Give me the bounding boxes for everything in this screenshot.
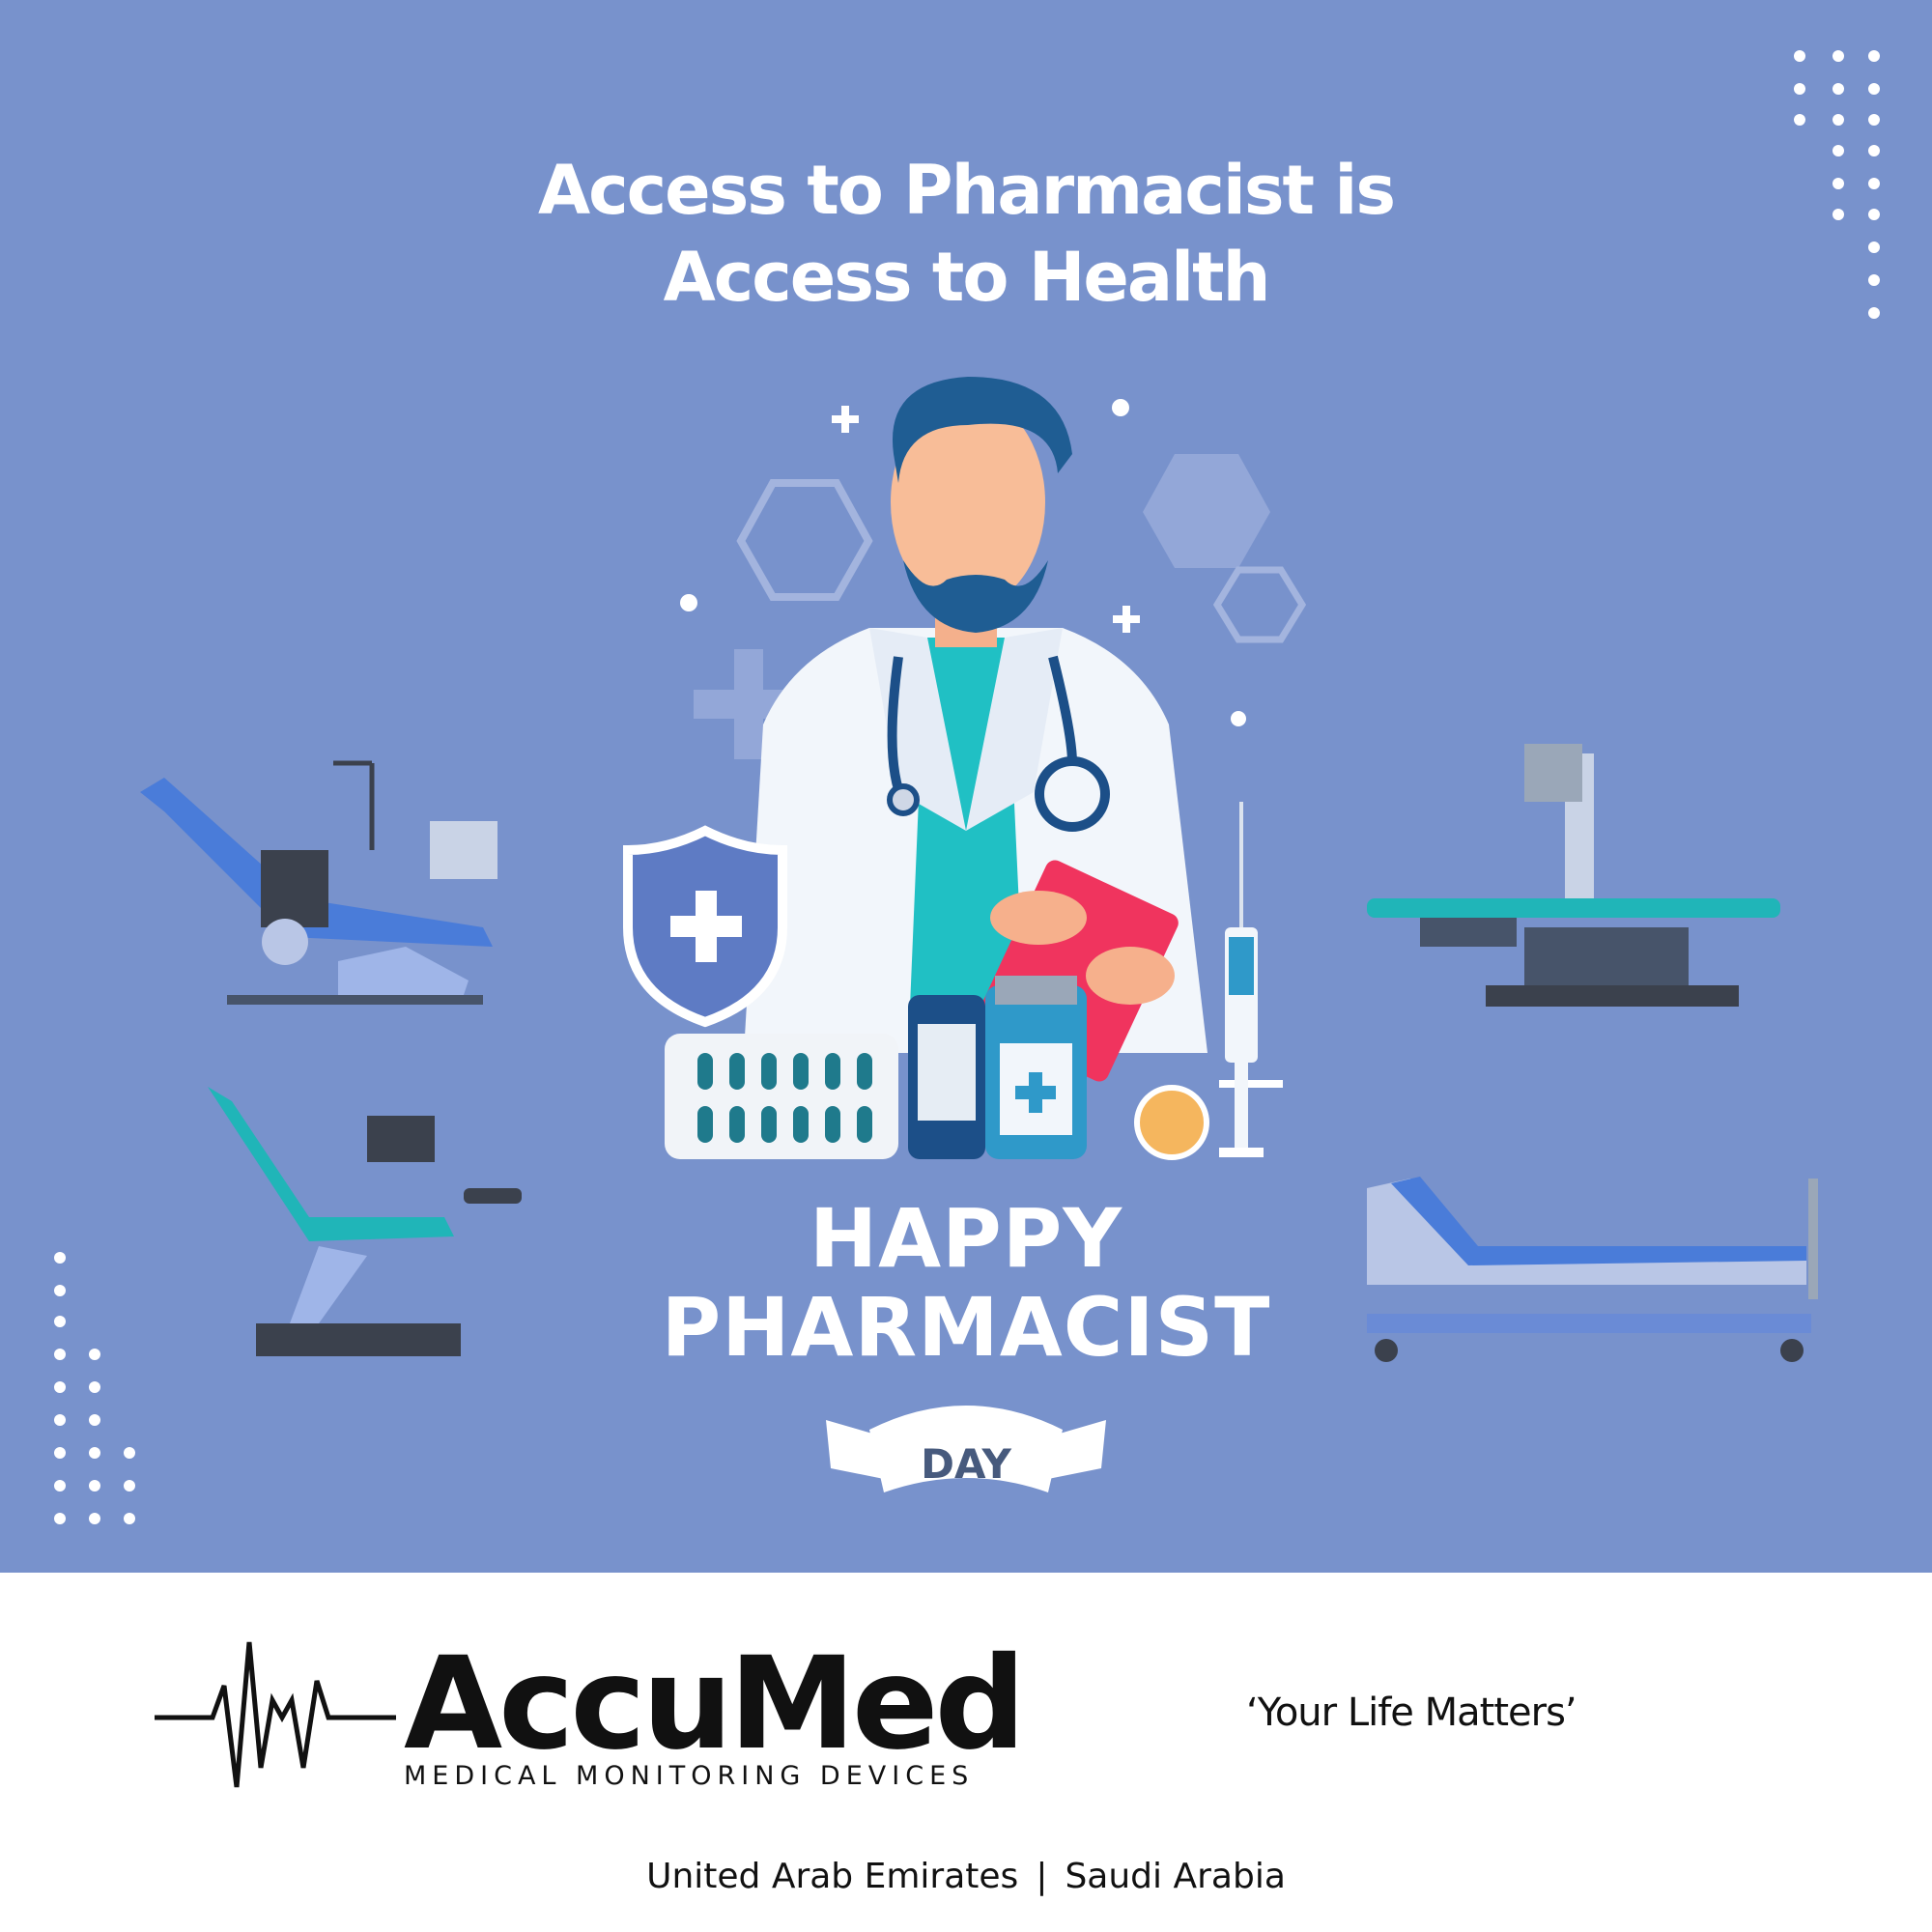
locations: United Arab Emirates | Saudi Arabia [0, 1860, 1932, 1894]
location-separator: | [1036, 1857, 1048, 1896]
brand-name: AccuMed [404, 1630, 1026, 1778]
poster: DAY Access to Pharmacist is Access to He… [0, 0, 1932, 1932]
location-uae: United Arab Emirates [646, 1857, 1019, 1896]
location-ksa: Saudi Arabia [1065, 1857, 1286, 1896]
brand-subtitle: MEDICAL MONITORING DEVICES [404, 1761, 975, 1791]
brand-tagline: ‘Your Life Matters’ [1246, 1690, 1577, 1735]
